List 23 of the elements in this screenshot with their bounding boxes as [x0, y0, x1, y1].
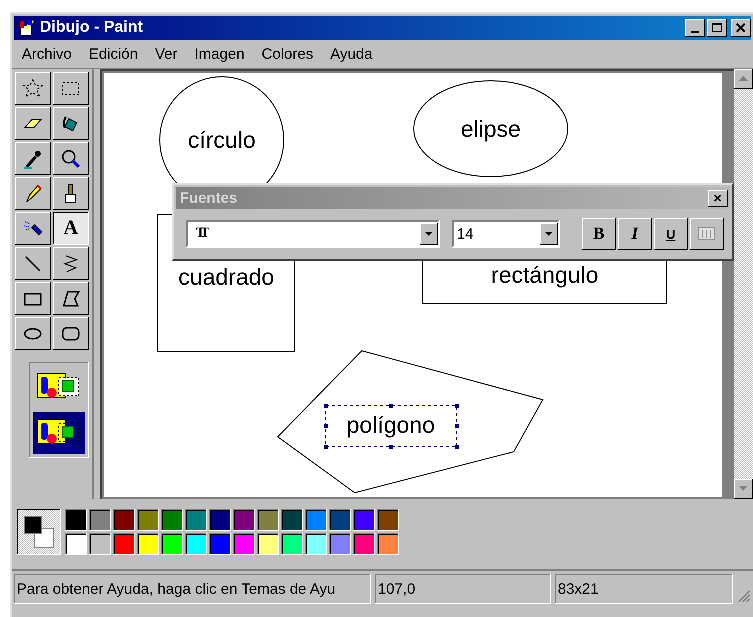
style-button[interactable]: I: [618, 218, 652, 250]
menu-item[interactable]: Colores: [262, 46, 314, 62]
style-button[interactable]: U: [654, 218, 688, 250]
menu-item[interactable]: Edición: [89, 46, 138, 62]
menu-item[interactable]: Ayuda: [330, 46, 373, 62]
selection-size: 83x21: [555, 574, 733, 604]
style-button[interactable]: B: [582, 218, 616, 250]
status-text: Para obtener Ayuda, haga clic en Temas de Ayu: [14, 574, 371, 604]
shape-label: elipse: [460, 116, 522, 142]
font-dropdown[interactable]: TT: [186, 220, 440, 248]
menu-item[interactable]: Ver: [155, 46, 178, 62]
shape-label: círculo: [188, 127, 256, 153]
shape-label: rectángulo: [491, 262, 599, 288]
close-button[interactable]: ×: [708, 190, 728, 206]
tool-button[interactable]: A: [53, 212, 89, 245]
size-dropdown[interactable]: 14: [452, 220, 560, 248]
menu-item[interactable]: Imagen: [194, 46, 245, 62]
menu-item[interactable]: Archivo: [22, 46, 72, 62]
shape-label: cuadrado: [178, 264, 274, 290]
cursor-coordinates: 107,0: [375, 574, 551, 604]
shape-label: polígono: [346, 412, 436, 438]
window-title: Dibujo - Paint: [40, 19, 144, 37]
toolbar-title: Fuentes: [180, 190, 239, 206]
